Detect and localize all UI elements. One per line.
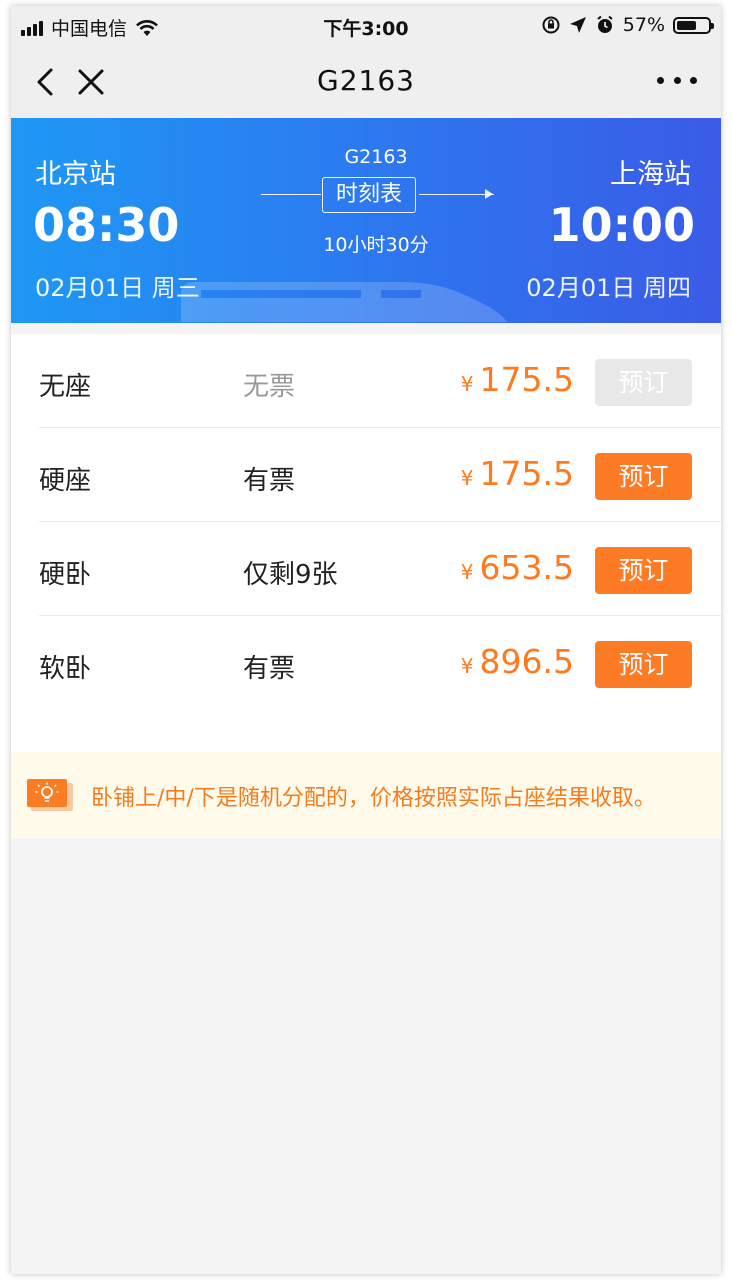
train-header: 北京站 08:30 02月01日 周三 G2163 时刻表 10小时30分 上海… bbox=[11, 118, 721, 323]
location-arrow-icon bbox=[569, 17, 586, 33]
notice-text: 卧铺上/中/下是随机分配的，价格按照实际占座结果收取。 bbox=[91, 786, 656, 811]
more-dots-icon[interactable] bbox=[657, 74, 697, 86]
seat-type: 硬座 bbox=[39, 466, 92, 496]
seat-price: ¥175.5 bbox=[461, 360, 574, 399]
route-arrow-icon bbox=[485, 189, 493, 199]
seat-type: 硬卧 bbox=[39, 560, 92, 590]
seat-row: 硬座 有票 ¥175.5 预订 bbox=[11, 428, 721, 522]
phone-screen: 中国电信 下午3:00 57% G2163 北京站 08:30 02月01日 周… bbox=[11, 6, 721, 1274]
seat-row: 软卧 有票 ¥896.5 预订 bbox=[11, 616, 721, 710]
departure-station: 北京站 bbox=[35, 159, 116, 190]
seat-price: ¥175.5 bbox=[461, 454, 574, 493]
seat-type: 无座 bbox=[39, 372, 92, 402]
seat-price: ¥653.5 bbox=[461, 548, 574, 587]
seat-availability: 无票 bbox=[243, 372, 296, 402]
currency-symbol: ¥ bbox=[460, 466, 474, 490]
book-button[interactable]: 预订 bbox=[595, 641, 692, 688]
book-button[interactable]: 预订 bbox=[595, 547, 692, 594]
price-value: 175.5 bbox=[479, 454, 574, 493]
departure-time: 08:30 bbox=[33, 198, 180, 252]
seat-list: 无座 无票 ¥175.5 预订 硬座 有票 ¥175.5 预订 硬卧 仅剩9张 … bbox=[11, 334, 721, 752]
book-button[interactable]: 预订 bbox=[595, 359, 692, 406]
book-button[interactable]: 预订 bbox=[595, 453, 692, 500]
orientation-lock-icon bbox=[542, 16, 560, 34]
route-line-right bbox=[419, 194, 494, 195]
seat-price: ¥896.5 bbox=[461, 642, 574, 681]
arrival-station: 上海站 bbox=[610, 159, 691, 190]
timetable-button[interactable]: 时刻表 bbox=[322, 177, 416, 213]
route-line-left bbox=[261, 194, 321, 195]
berth-notice: 卧铺上/中/下是随机分配的，价格按照实际占座结果收取。 bbox=[11, 752, 721, 838]
nav-bar: G2163 bbox=[11, 46, 721, 118]
currency-symbol: ¥ bbox=[460, 372, 474, 396]
train-number: G2163 bbox=[344, 146, 408, 168]
battery-icon bbox=[673, 16, 714, 34]
train-watermark-icon bbox=[181, 282, 507, 322]
price-value: 896.5 bbox=[479, 642, 574, 681]
seat-row: 硬卧 仅剩9张 ¥653.5 预订 bbox=[11, 522, 721, 616]
price-value: 175.5 bbox=[479, 360, 574, 399]
currency-symbol: ¥ bbox=[460, 654, 474, 678]
arrival-date: 02月01日 周四 bbox=[526, 274, 691, 302]
seat-availability: 仅剩9张 bbox=[243, 560, 338, 590]
price-value: 653.5 bbox=[479, 548, 574, 587]
trip-duration: 10小时30分 bbox=[323, 234, 429, 256]
seat-availability: 有票 bbox=[243, 654, 296, 684]
alarm-icon bbox=[597, 15, 613, 33]
status-bar: 中国电信 下午3:00 57% bbox=[11, 6, 721, 46]
currency-symbol: ¥ bbox=[460, 560, 474, 584]
arrival-time: 10:00 bbox=[548, 198, 695, 252]
departure-date: 02月01日 周三 bbox=[35, 274, 200, 302]
status-bar-right: 57% bbox=[533, 14, 714, 36]
seat-row: 无座 无票 ¥175.5 预订 bbox=[11, 334, 721, 428]
lightbulb-icon bbox=[27, 779, 73, 811]
seat-type: 软卧 bbox=[39, 654, 92, 684]
page-title: G2163 bbox=[317, 64, 415, 97]
battery-percent: 57% bbox=[622, 14, 665, 36]
seat-availability: 有票 bbox=[243, 466, 296, 496]
